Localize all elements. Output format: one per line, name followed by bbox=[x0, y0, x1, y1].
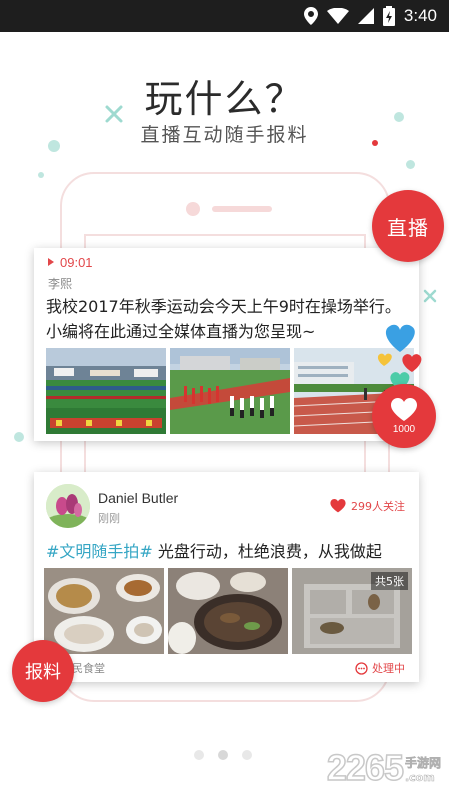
page-dot[interactable] bbox=[194, 750, 204, 760]
live-feed-card[interactable]: 09:01 李熙 我校2017年秋季运动会今天上午9时在操场举行。小编将在此通过… bbox=[34, 248, 419, 441]
like-button[interactable]: 1000 bbox=[372, 384, 436, 448]
clock: 3:40 bbox=[403, 6, 437, 25]
watermark-number: 2265 bbox=[326, 747, 405, 789]
post-time: 刚刚 bbox=[98, 512, 120, 525]
report-button-label: 报料 bbox=[25, 662, 61, 683]
live-button-label: 直播 bbox=[387, 215, 429, 240]
tray-photo[interactable]: 共5张 bbox=[292, 568, 412, 654]
follow-count-label: 299人关注 bbox=[351, 500, 405, 513]
status-label: 处理中 bbox=[372, 662, 405, 675]
decor-dot bbox=[38, 172, 44, 178]
speaker-slot bbox=[212, 206, 272, 212]
status-badge: 处理中 bbox=[355, 660, 405, 676]
hashtag-link[interactable]: #文明随手拍# bbox=[46, 542, 153, 561]
post-card[interactable]: Daniel Butler 刚刚 299人关注 #文明随手拍# 光盘行动，杜绝浪… bbox=[34, 472, 419, 682]
post-photo-strip: 共5张 bbox=[44, 568, 412, 654]
page-dot-active[interactable] bbox=[218, 750, 228, 760]
page-subtitle: 直播互动随手报料 bbox=[140, 124, 309, 146]
post-text-body: 光盘行动，杜绝浪费，从我做起 bbox=[152, 542, 382, 561]
status-bar: 3:40 bbox=[0, 0, 449, 32]
watermark-domain: .com bbox=[404, 771, 435, 785]
report-button[interactable]: 报料 bbox=[12, 640, 74, 702]
live-text: 我校2017年秋季运动会今天上午9时在操场举行。小编将在此通过全媒体直播为您呈现… bbox=[46, 297, 401, 341]
live-author: 李熙 bbox=[48, 277, 73, 291]
heart-icon bbox=[391, 397, 417, 421]
watermark-text: 手游网 bbox=[404, 756, 442, 771]
decor-dot bbox=[406, 160, 415, 169]
processing-icon bbox=[355, 661, 368, 675]
signal-icon bbox=[357, 8, 374, 24]
live-photo-strip bbox=[46, 348, 414, 434]
like-count: 1000 bbox=[392, 423, 416, 435]
sizzling-plate-photo[interactable] bbox=[168, 568, 288, 654]
dishes-photo[interactable] bbox=[44, 568, 164, 654]
location-icon bbox=[303, 7, 318, 25]
post-author-name[interactable]: Daniel Butler bbox=[98, 490, 178, 506]
sports-field-photo[interactable] bbox=[46, 348, 166, 434]
photo-count-badge: 共5张 bbox=[371, 572, 408, 590]
sparkle-icon bbox=[423, 289, 437, 303]
battery-icon bbox=[382, 6, 395, 26]
floating-hearts-icon bbox=[377, 324, 422, 390]
sparkle-icon bbox=[105, 105, 123, 123]
post-location: 民食堂 bbox=[72, 662, 105, 675]
post-text: #文明随手拍# 光盘行动，杜绝浪费，从我做起 bbox=[46, 538, 382, 562]
decor-dot bbox=[372, 140, 378, 146]
follow-count[interactable]: 299人关注 bbox=[330, 498, 405, 514]
camera-dot bbox=[186, 202, 200, 216]
heart-icon bbox=[330, 499, 346, 513]
live-timestamp: 09:01 bbox=[48, 255, 93, 270]
page-dot[interactable] bbox=[242, 750, 252, 760]
avatar[interactable] bbox=[46, 484, 90, 528]
decor-dot bbox=[394, 112, 404, 122]
watermark-logo: 2265 手游网 .com bbox=[326, 747, 442, 789]
decor-dot bbox=[48, 140, 60, 152]
page-title: 玩什么？ bbox=[144, 77, 305, 121]
page-indicator bbox=[194, 750, 252, 760]
parade-photo[interactable] bbox=[170, 348, 290, 434]
wifi-icon bbox=[326, 8, 349, 24]
decor-dot bbox=[14, 432, 24, 442]
live-button[interactable]: 直播 bbox=[372, 190, 444, 262]
